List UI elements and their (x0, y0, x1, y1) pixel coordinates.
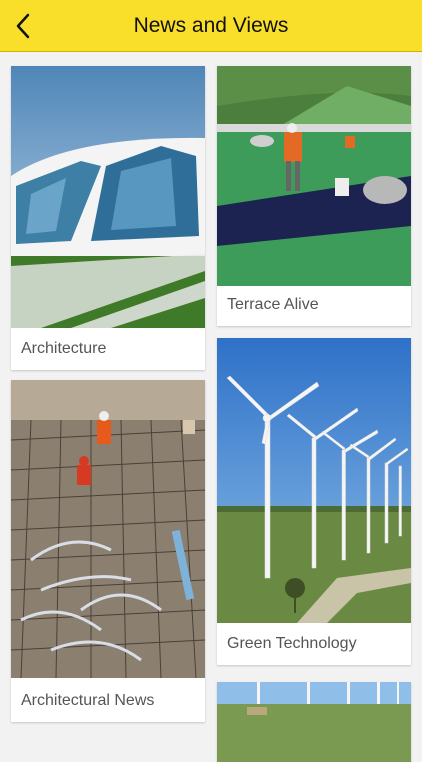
green-technology-image (217, 338, 411, 623)
card-architecture[interactable]: Architecture (11, 66, 205, 370)
card-label: Architecture (21, 340, 107, 357)
wind-farm-image (217, 682, 411, 762)
architectural-news-image (11, 380, 205, 678)
card-green-technology[interactable]: Green Technology (217, 338, 411, 665)
app-header: News and Views (0, 0, 422, 52)
card-terrace-alive[interactable]: Terrace Alive (217, 66, 411, 326)
card-label: Green Technology (227, 635, 357, 652)
page-title: News and Views (133, 14, 289, 37)
card-label: Architectural News (21, 692, 155, 709)
card-partial[interactable] (217, 682, 411, 762)
terrace-image (217, 66, 411, 286)
card-architectural-news[interactable]: Architectural News (11, 380, 205, 722)
architecture-image (11, 66, 205, 328)
card-label: Terrace Alive (227, 296, 319, 313)
